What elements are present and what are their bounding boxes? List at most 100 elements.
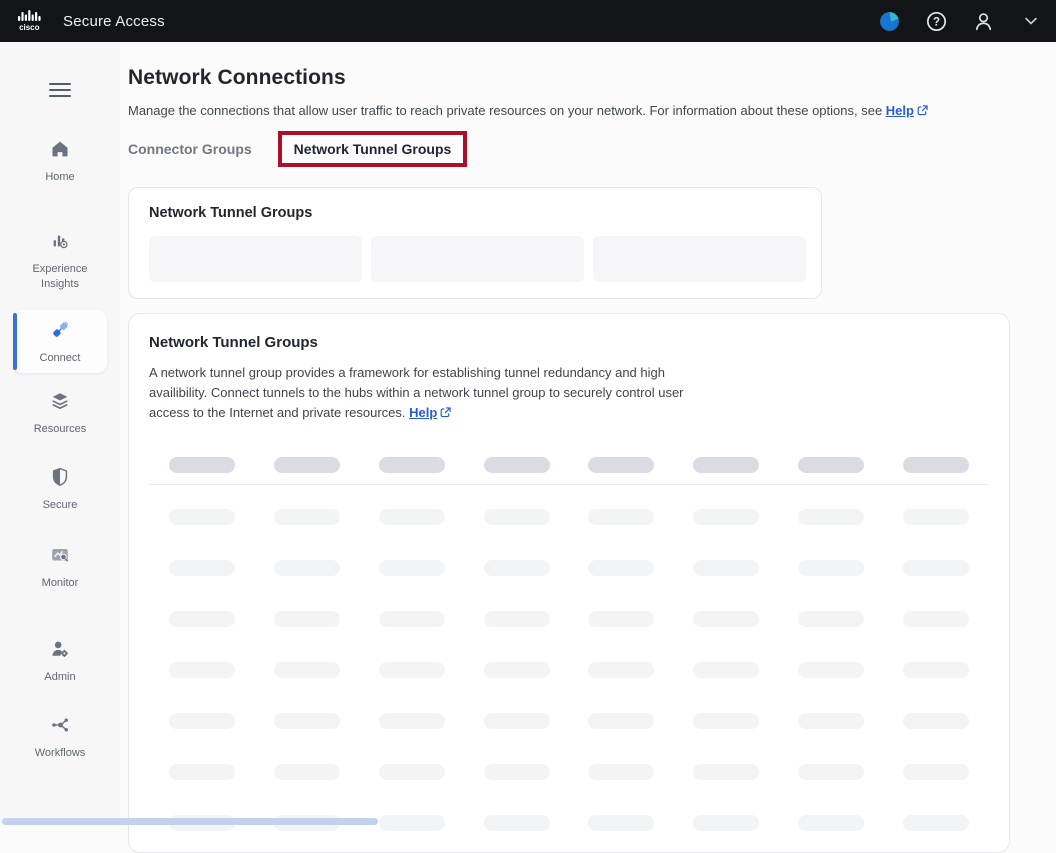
external-link-icon (917, 105, 928, 116)
home-icon (49, 138, 71, 160)
cell-placeholder (798, 662, 864, 678)
tunnel-groups-summary-card: Network Tunnel Groups (128, 187, 822, 299)
skeleton-data-row (149, 764, 989, 780)
help-icon[interactable]: ? (925, 10, 948, 33)
cell-placeholder (274, 764, 340, 780)
cell-placeholder (693, 815, 759, 831)
cell-placeholder (693, 662, 759, 678)
cell-placeholder (798, 764, 864, 780)
usage-donut-icon[interactable] (878, 10, 901, 33)
help-link[interactable]: Help (886, 103, 914, 118)
cell-placeholder (798, 815, 864, 831)
summary-placeholder-row (149, 236, 806, 282)
column-placeholder (169, 457, 235, 473)
cell-placeholder (169, 611, 235, 627)
cell-placeholder (693, 560, 759, 576)
sidebar-item-admin[interactable]: Admin (13, 629, 107, 693)
tunnel-groups-card: Network Tunnel Groups A network tunnel g… (128, 313, 1010, 853)
cell-placeholder (798, 713, 864, 729)
cell-placeholder (274, 560, 340, 576)
help-link[interactable]: Help (409, 405, 437, 420)
sidebar-item-resources[interactable]: Resources (13, 381, 107, 445)
sidebar-item-label: Resources (15, 422, 105, 437)
cell-placeholder (588, 764, 654, 780)
product-title: Secure Access (63, 13, 165, 30)
cell-placeholder (169, 764, 235, 780)
topbar: cisco Secure Access ? (0, 0, 1056, 42)
column-placeholder (903, 457, 969, 473)
connect-icon (49, 319, 71, 341)
secure-icon (49, 466, 71, 488)
sidebar-nav: Home Experience Insights Connect Resources S… (0, 129, 120, 769)
cell-placeholder (798, 509, 864, 525)
tab-network-tunnel-groups[interactable]: Network Tunnel Groups (294, 141, 452, 157)
cell-placeholder (169, 560, 235, 576)
workflows-icon (49, 714, 71, 736)
cell-placeholder (588, 662, 654, 678)
monitor-icon (49, 544, 71, 566)
cell-placeholder (588, 713, 654, 729)
cell-placeholder (588, 815, 654, 831)
sidebar-item-monitor[interactable]: Monitor (13, 535, 107, 599)
tab-bar: Connector Groups Network Tunnel Groups (128, 131, 1056, 167)
sidebar-item-experience-insights[interactable]: Experience Insights (13, 221, 107, 300)
svg-text:?: ? (933, 16, 940, 28)
column-placeholder (484, 457, 550, 473)
sidebar-item-label: Connect (15, 351, 105, 366)
brand: cisco Secure Access (14, 9, 165, 33)
skeleton-data-row (149, 713, 989, 729)
summary-placeholder (593, 236, 806, 282)
cell-placeholder (798, 611, 864, 627)
cell-placeholder (693, 764, 759, 780)
cell-placeholder (903, 713, 969, 729)
chevron-down-icon[interactable] (1019, 10, 1042, 33)
page-subtitle: Manage the connections that allow user t… (128, 103, 1056, 118)
topbar-actions: ? (878, 10, 1042, 33)
svg-text:cisco: cisco (19, 23, 40, 32)
skeleton-data-row (149, 560, 989, 576)
column-placeholder (693, 457, 759, 473)
skeleton-header-row (149, 457, 989, 473)
sidebar-item-label: Home (15, 170, 105, 185)
annotation-highlight-box: Network Tunnel Groups (278, 131, 468, 167)
account-icon[interactable] (972, 10, 995, 33)
sidebar-item-workflows[interactable]: Workflows (13, 705, 107, 769)
sidebar-item-secure[interactable]: Secure (13, 457, 107, 521)
sidebar-item-label: Experience Insights (15, 262, 105, 292)
page-title: Network Connections (128, 66, 1056, 90)
cell-placeholder (903, 764, 969, 780)
cell-placeholder (169, 509, 235, 525)
sidebar-item-home[interactable]: Home (13, 129, 107, 193)
summary-placeholder (149, 236, 362, 282)
resources-icon (49, 390, 71, 412)
tunnel-groups-card-title: Network Tunnel Groups (149, 334, 989, 351)
cell-placeholder (484, 662, 550, 678)
cell-placeholder (484, 815, 550, 831)
cell-placeholder (379, 509, 445, 525)
cell-placeholder (903, 509, 969, 525)
sidebar-item-connect[interactable]: Connect (13, 310, 107, 374)
hamburger-icon[interactable] (46, 80, 74, 103)
admin-icon (49, 638, 71, 660)
sidebar: Home Experience Insights Connect Resources S… (0, 42, 120, 826)
skeleton-data-row (149, 509, 989, 525)
column-placeholder (588, 457, 654, 473)
cell-placeholder (693, 611, 759, 627)
cell-placeholder (903, 815, 969, 831)
cell-placeholder (588, 560, 654, 576)
tab-connector-groups[interactable]: Connector Groups (128, 141, 252, 157)
cell-placeholder (274, 713, 340, 729)
horizontal-scrollbar-thumb[interactable] (2, 818, 378, 825)
cell-placeholder (379, 662, 445, 678)
insights-icon (49, 230, 71, 252)
cell-placeholder (693, 713, 759, 729)
cell-placeholder (903, 560, 969, 576)
cell-placeholder (693, 509, 759, 525)
cell-placeholder (484, 509, 550, 525)
cell-placeholder (169, 662, 235, 678)
cell-placeholder (379, 764, 445, 780)
skeleton-data-row (149, 662, 989, 678)
cell-placeholder (903, 611, 969, 627)
cell-placeholder (484, 764, 550, 780)
cell-placeholder (379, 713, 445, 729)
